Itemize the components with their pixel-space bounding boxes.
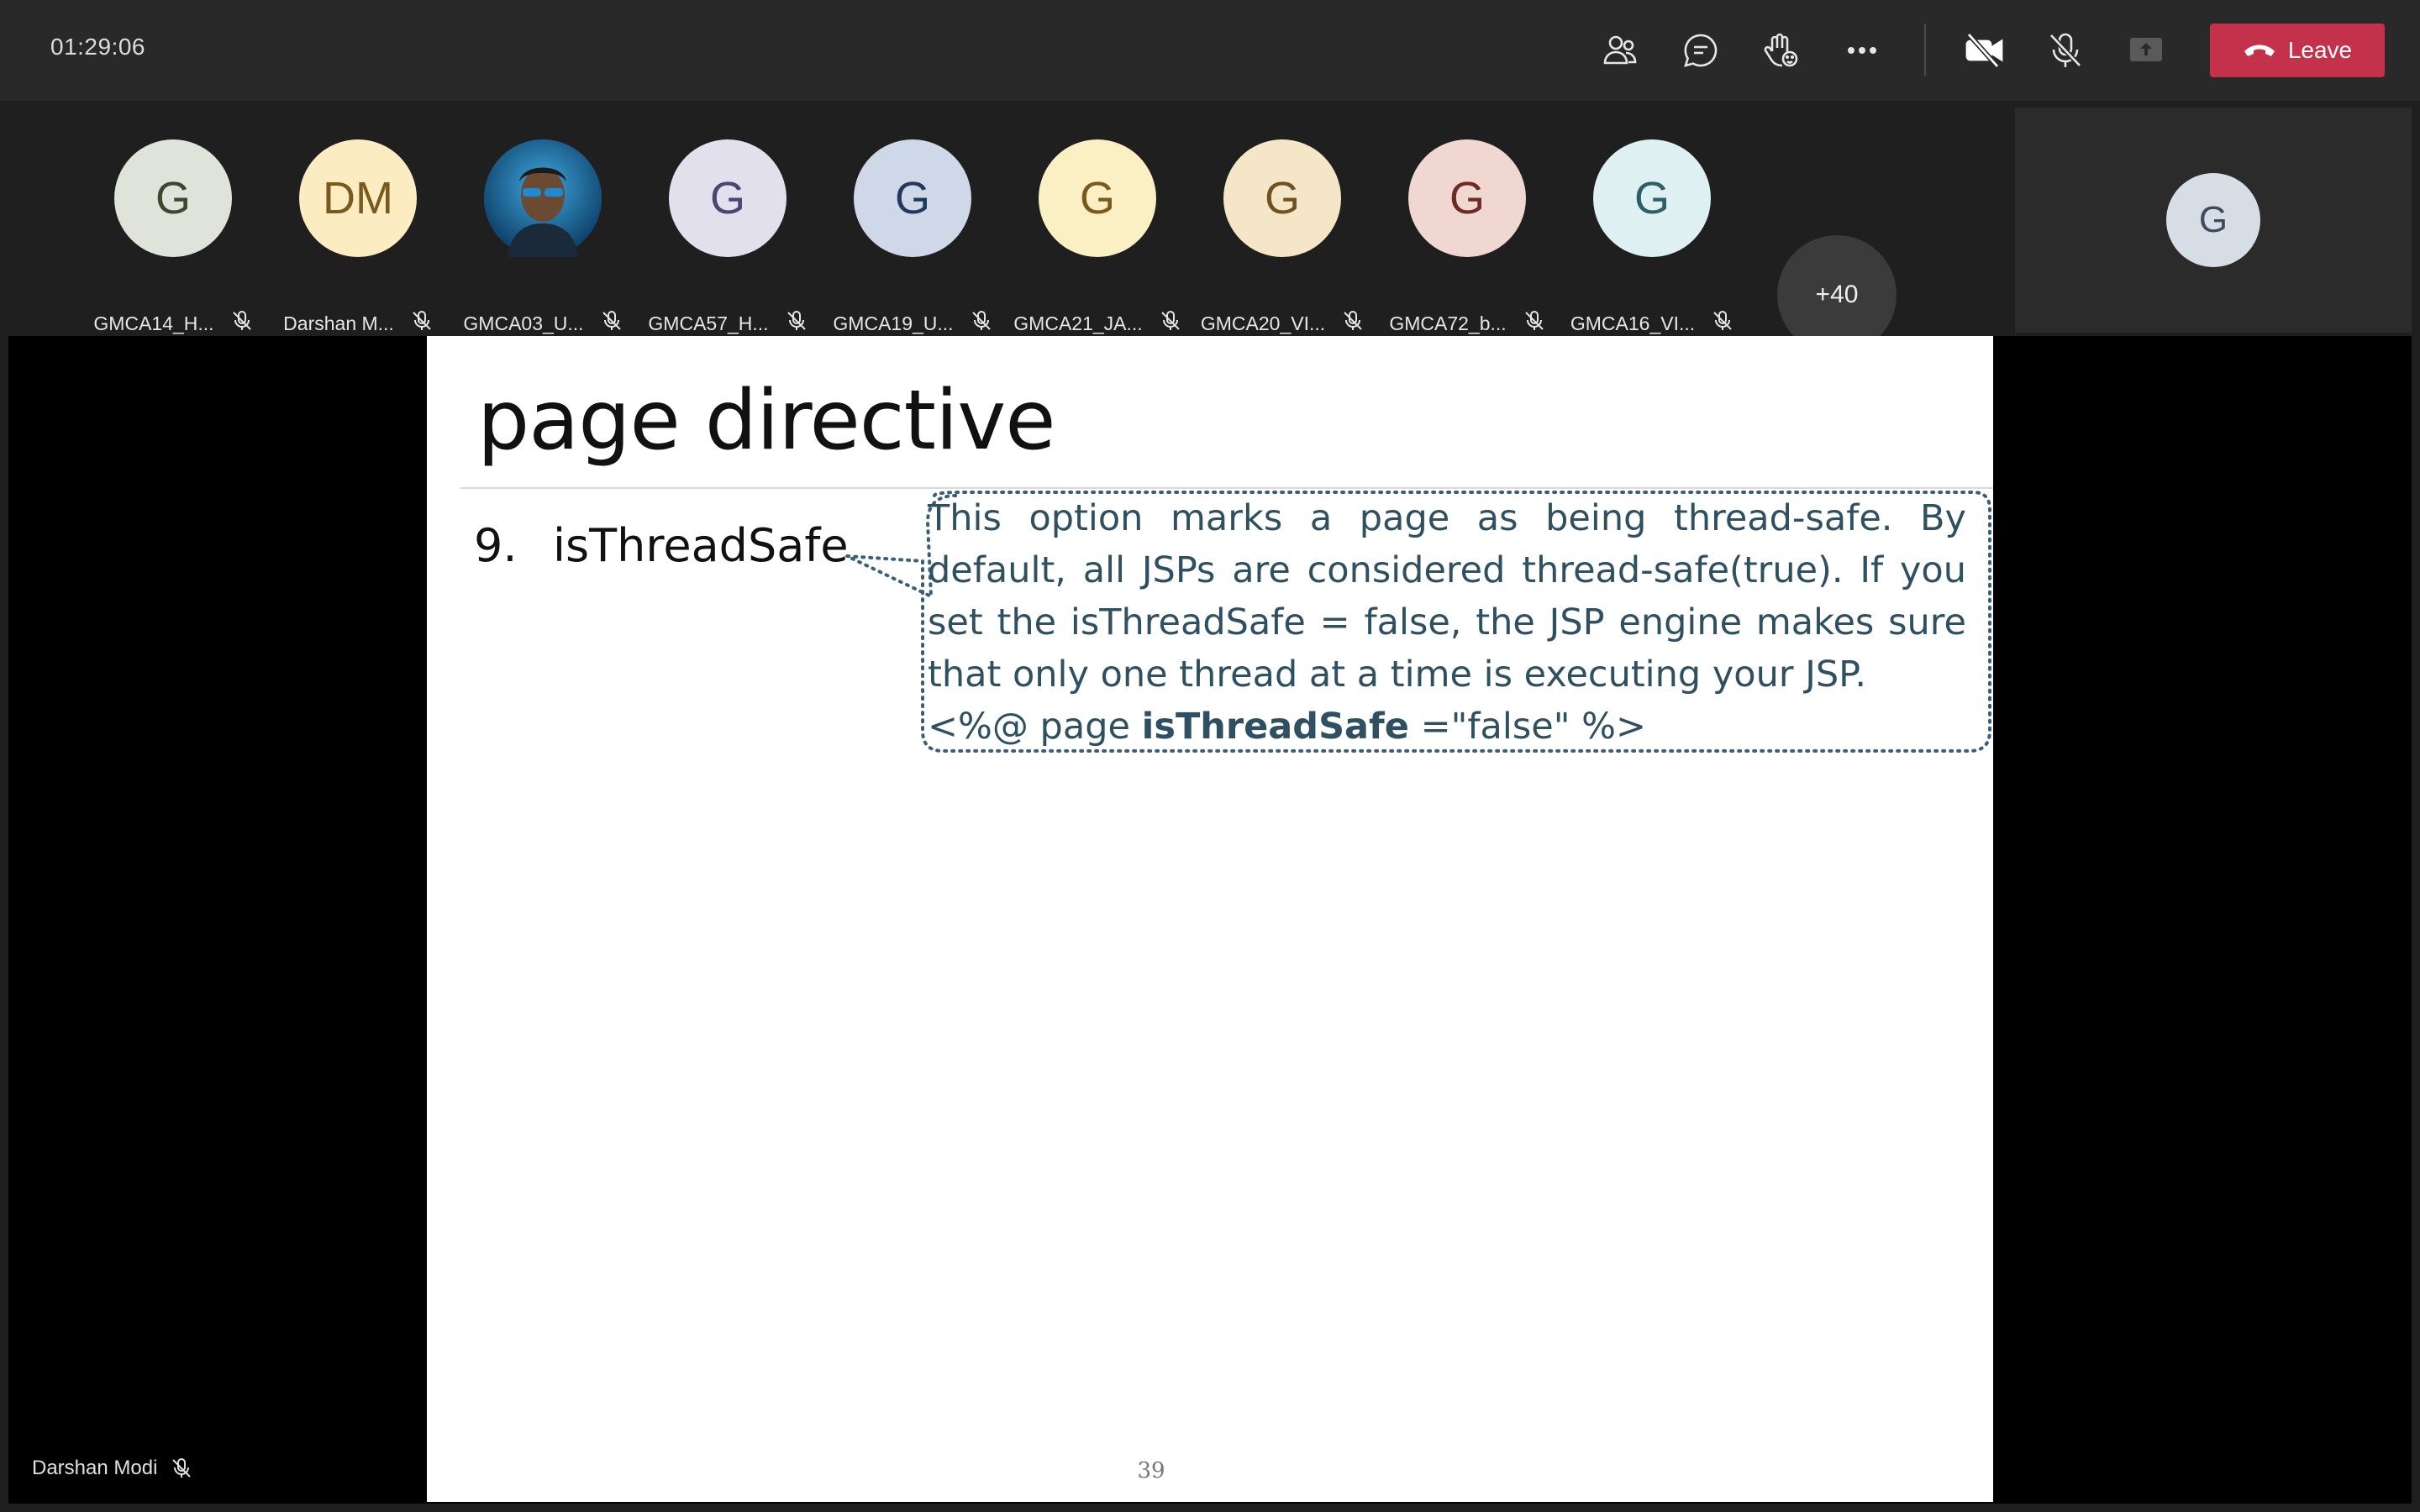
avatar: G <box>114 139 232 257</box>
mic-off-icon <box>786 310 808 337</box>
avatar: DM <box>299 139 417 257</box>
raise-hand-icon[interactable] <box>1756 25 1807 76</box>
meeting-toolbar: 01:29:06 Leave <box>0 0 2420 101</box>
participant-tile[interactable]: G GMCA21_JA... <box>1013 139 1181 334</box>
participant-tile[interactable]: G GMCA57_H... <box>644 139 812 334</box>
presenter-label: Darshan Modi <box>32 1457 192 1480</box>
participant-name: GMCA03_U... <box>463 312 584 334</box>
participant-name-row: GMCA19_U... <box>829 309 997 338</box>
leave-label: Leave <box>2287 37 2353 63</box>
mic-off-icon <box>971 310 992 337</box>
phone-hangup-icon <box>2244 45 2275 56</box>
avatar: G <box>1039 139 1156 257</box>
meeting-timer: 01:29:06 <box>50 34 145 60</box>
code-prefix: <%@ page <box>928 706 1142 748</box>
slide-page-number: 39 <box>1137 1458 1165 1483</box>
mic-off-icon <box>1160 310 1181 337</box>
mic-off-icon <box>1712 310 1733 337</box>
self-view: G <box>2015 108 2412 333</box>
share-icon[interactable] <box>2121 25 2171 76</box>
participant-name-row: GMCA72_b... <box>1383 309 1551 338</box>
participant-tile[interactable]: G GMCA20_VI... <box>1198 139 1366 334</box>
mic-off-icon[interactable] <box>2040 25 2091 76</box>
avatar: G <box>669 139 786 257</box>
participant-name-row: GMCA14_H... <box>89 309 257 338</box>
toolbar-divider <box>1924 24 1926 76</box>
presenter-name: Darshan Modi <box>32 1457 158 1479</box>
participant-tile[interactable]: G GMCA16_VI... <box>1568 139 1736 334</box>
more-participants-count: +40 <box>1815 281 1859 308</box>
presentation-slide: page directive 9. isThreadSafe This opti… <box>427 336 1993 1502</box>
participant-name-row: Darshan M... <box>274 309 442 338</box>
presenter-mic-off-icon <box>172 1458 192 1478</box>
participant-name-row: GMCA03_U... <box>459 309 627 338</box>
participant-tile[interactable]: G GMCA72_b... <box>1383 139 1551 334</box>
participant-name: Darshan M... <box>283 312 394 334</box>
more-icon[interactable] <box>1837 25 1887 76</box>
participant-name: GMCA21_JA... <box>1013 312 1143 334</box>
participant-name: GMCA14_H... <box>93 312 214 334</box>
participant-name: GMCA72_b... <box>1389 312 1507 334</box>
code-snippet: <%@ page isThreadSafe ="false" %> <box>928 701 1966 753</box>
participant-tile[interactable]: GMCA03_U... <box>459 139 627 334</box>
code-suffix: ="false" %> <box>1408 706 1647 748</box>
participant-name-row: GMCA21_JA... <box>1013 309 1181 338</box>
participant-name-row: GMCA16_VI... <box>1568 309 1736 338</box>
mic-off-icon <box>1523 310 1545 337</box>
avatar <box>484 139 602 257</box>
participant-tile[interactable]: G GMCA19_U... <box>829 139 997 334</box>
participant-name-row: GMCA20_VI... <box>1198 309 1366 338</box>
mic-off-icon <box>231 310 253 337</box>
avatar: G <box>854 139 971 257</box>
mic-off-icon <box>411 310 433 337</box>
participant-name: GMCA57_H... <box>648 312 769 334</box>
avatar: G <box>1593 139 1711 257</box>
chat-icon[interactable] <box>1676 25 1726 76</box>
participant-tile[interactable]: G GMCA14_H... <box>89 139 257 334</box>
description-text: This option marks a page as being thread… <box>928 497 1966 696</box>
participant-name: GMCA20_VI... <box>1200 312 1326 334</box>
shared-screen: page directive 9. isThreadSafe This opti… <box>8 336 2412 1504</box>
mic-off-icon <box>1342 310 1364 337</box>
mic-off-icon <box>601 310 623 337</box>
participant-strip: +40 G GMCA14_H... DM Darshan M... GMCA03_U..… <box>0 101 2013 354</box>
code-keyword: isThreadSafe <box>1141 706 1409 748</box>
people-icon[interactable] <box>1595 25 1645 76</box>
participant-name: GMCA16_VI... <box>1570 312 1696 334</box>
camera-off-icon[interactable] <box>1960 25 2010 76</box>
callout-text: This option marks a page as being thread… <box>928 492 1966 753</box>
self-avatar: G <box>2166 173 2260 267</box>
avatar: G <box>1408 139 1526 257</box>
avatar: G <box>1223 139 1341 257</box>
participant-name: GMCA19_U... <box>833 312 954 334</box>
participant-name-row: GMCA57_H... <box>644 309 812 338</box>
participant-tile[interactable]: DM Darshan M... <box>274 139 442 334</box>
leave-button[interactable]: Leave <box>2210 24 2385 77</box>
